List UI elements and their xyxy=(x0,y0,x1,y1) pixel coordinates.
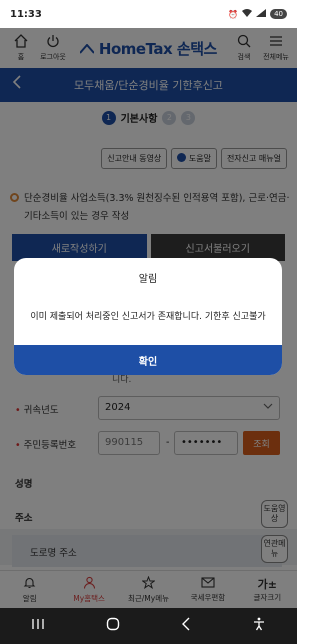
status-bar: 11:33 ⏰ 40 xyxy=(0,0,297,28)
signal-icon xyxy=(256,9,267,19)
home-circle-icon[interactable] xyxy=(106,617,120,635)
accessibility-icon[interactable] xyxy=(252,617,266,635)
battery-icon: 40 xyxy=(270,9,287,19)
back-chevron-icon[interactable] xyxy=(181,617,191,635)
alarm-icon: ⏰ xyxy=(228,9,239,19)
dialog-ok-button[interactable]: 확인 xyxy=(14,345,282,375)
wifi-icon xyxy=(242,9,253,19)
status-icons: ⏰ 40 xyxy=(228,9,287,19)
status-time: 11:33 xyxy=(10,8,42,20)
system-nav-bar xyxy=(0,608,297,644)
recent-apps-icon[interactable] xyxy=(31,618,45,634)
dialog-title: 알림 xyxy=(138,274,158,285)
alert-dialog: 알림 이미 제출되어 처리중인 신고서가 존재합니다. 기한후 신고불가 확인 xyxy=(14,258,282,375)
dialog-message: 이미 제출되어 처리중인 신고서가 존재합니다. 기한후 신고불가 xyxy=(30,312,266,322)
